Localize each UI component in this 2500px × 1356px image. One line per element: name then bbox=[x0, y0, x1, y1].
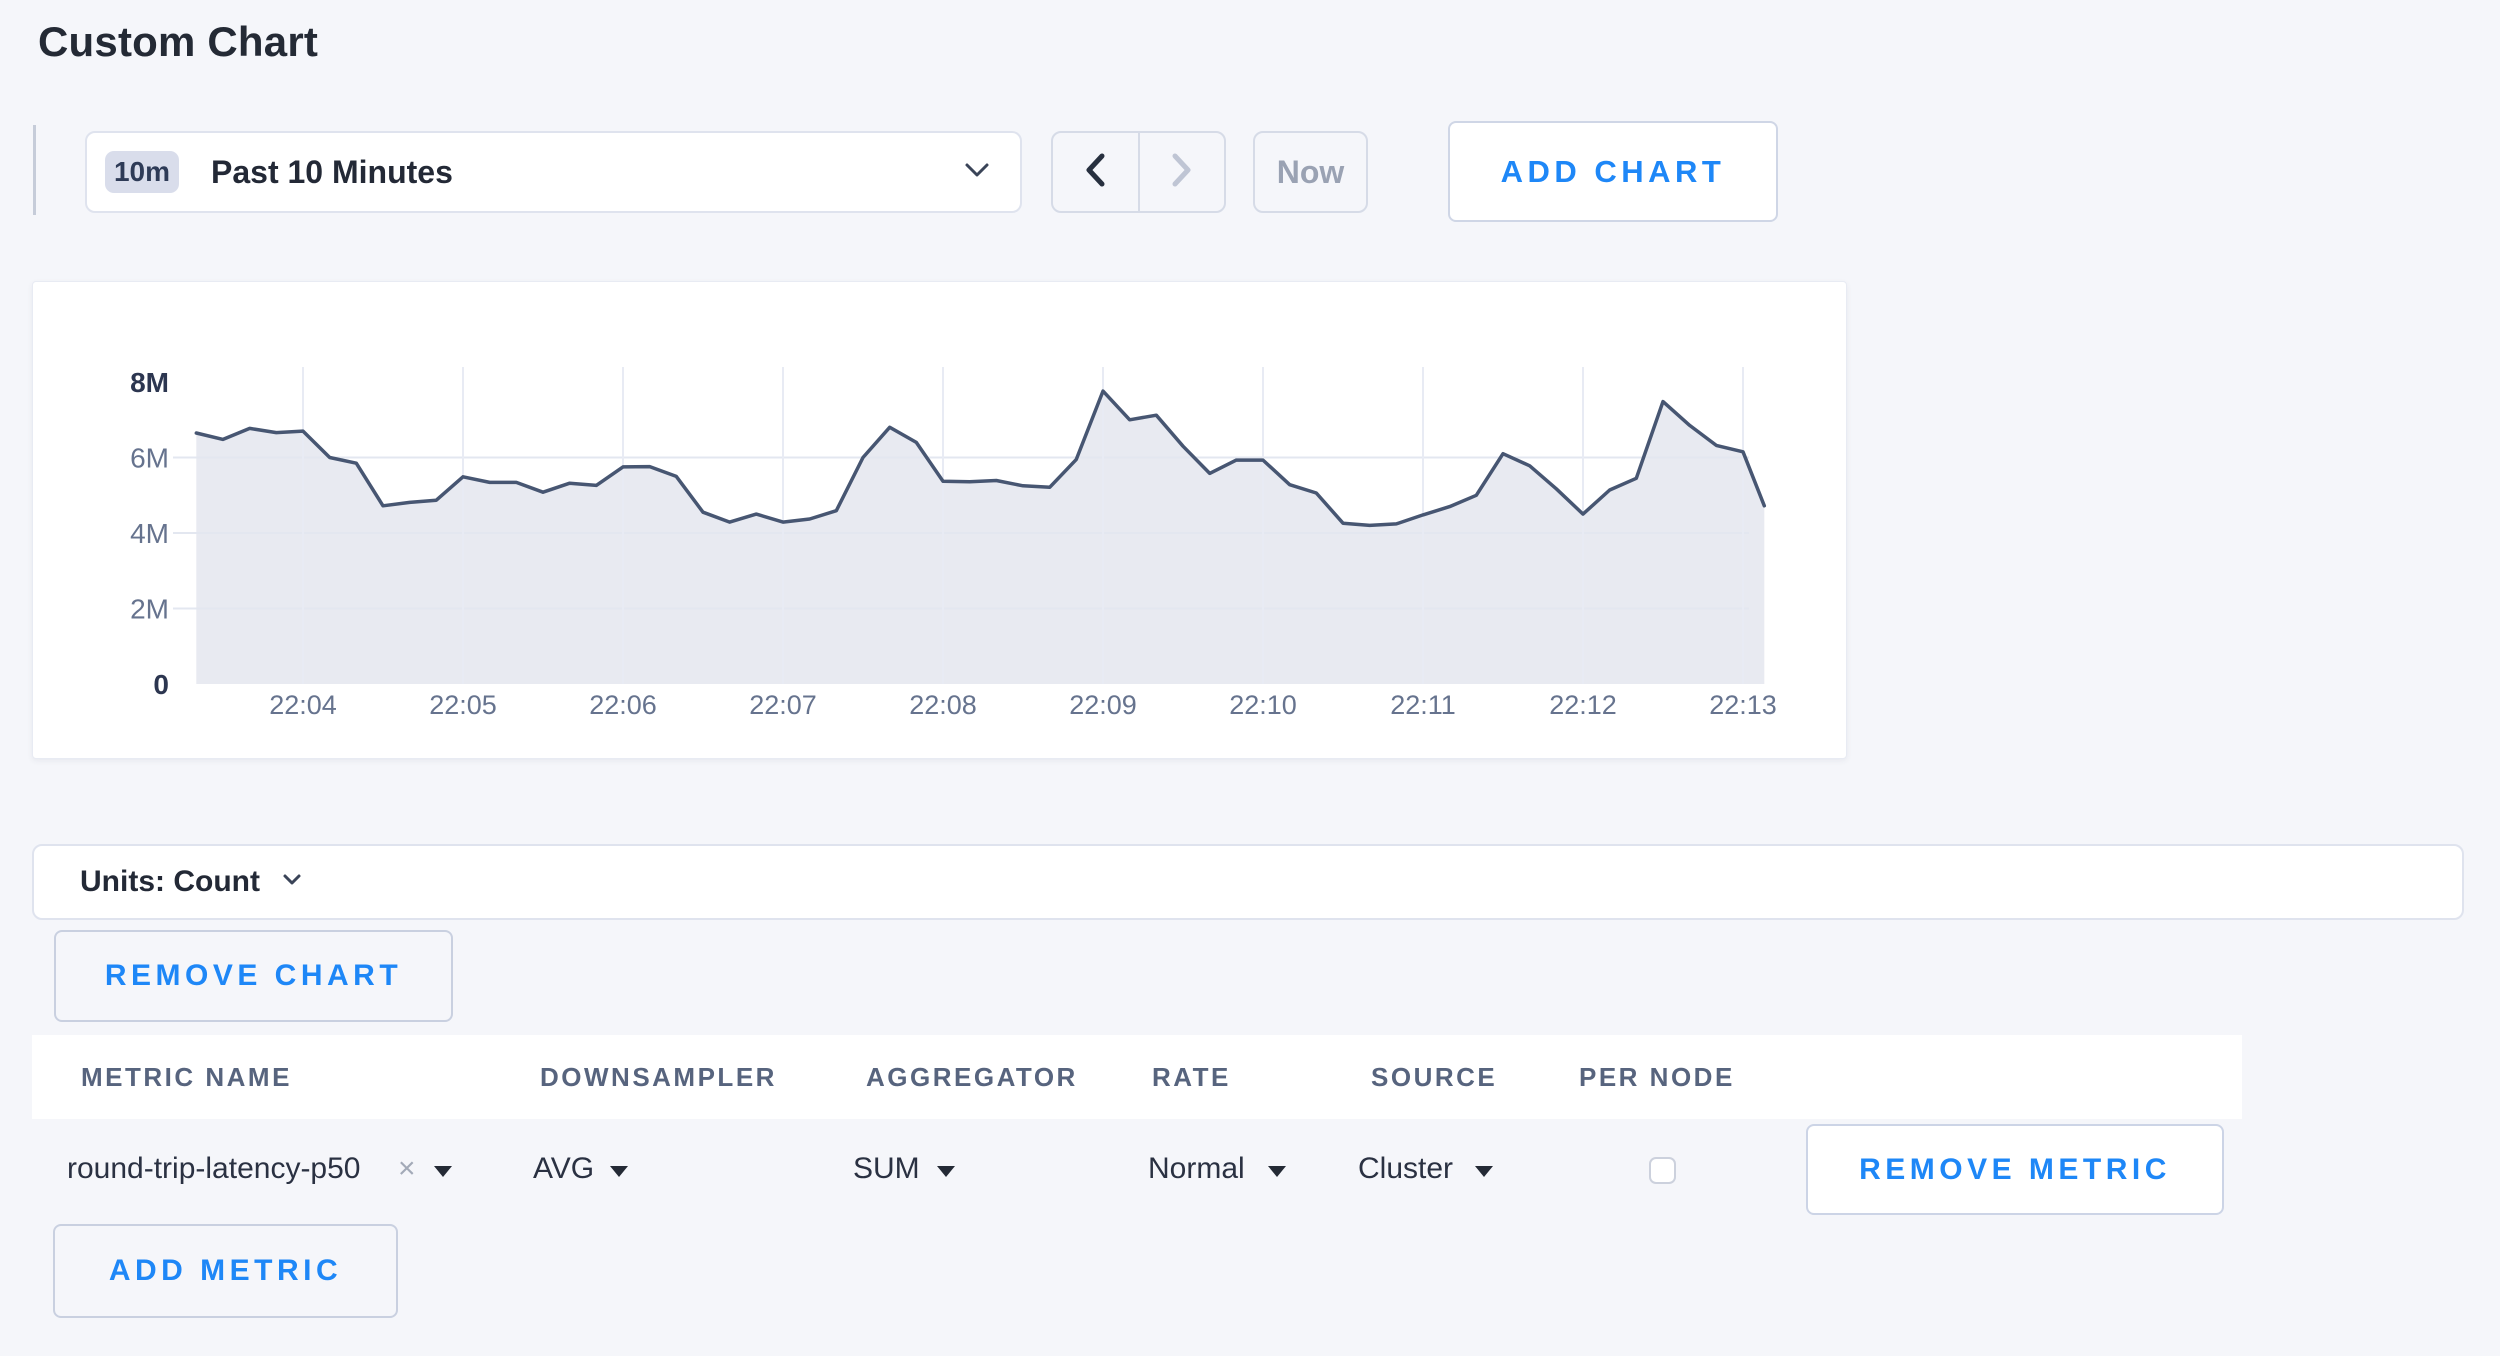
caret-down-icon[interactable] bbox=[1268, 1166, 1286, 1177]
add-chart-button[interactable]: ADD CHART bbox=[1448, 121, 1778, 222]
caret-down-icon[interactable] bbox=[1475, 1166, 1493, 1177]
x-axis-tick: 22:11 bbox=[1390, 690, 1456, 720]
x-axis-tick: 22:12 bbox=[1549, 690, 1617, 720]
time-range-badge: 10m bbox=[105, 151, 179, 193]
series-area bbox=[196, 391, 1764, 684]
per-node-checkbox[interactable] bbox=[1649, 1157, 1676, 1184]
y-axis-tick: 2M bbox=[130, 594, 169, 625]
units-bar: Units: Count bbox=[32, 844, 2464, 920]
chevron-left-icon bbox=[1084, 153, 1106, 192]
units-label: Units: Count bbox=[80, 865, 260, 899]
x-axis-tick: 22:08 bbox=[909, 690, 977, 720]
time-range-label: Past 10 Minutes bbox=[211, 154, 453, 191]
x-axis-tick: 22:13 bbox=[1709, 690, 1777, 720]
latency-chart-svg: 8M 6M 4M 2M 0 22:04 22:05 22:06 22:07 22:08 22:09 2… bbox=[33, 282, 1846, 758]
close-icon[interactable]: × bbox=[398, 1152, 416, 1186]
x-axis-tick: 22:05 bbox=[429, 690, 497, 720]
remove-chart-button[interactable]: REMOVE CHART bbox=[54, 930, 453, 1022]
x-axis-tick: 22:07 bbox=[749, 690, 817, 720]
chevron-right-icon bbox=[1171, 153, 1193, 192]
metrics-table-header bbox=[32, 1035, 2242, 1119]
x-axis-tick: 22:06 bbox=[589, 690, 657, 720]
col-metric-name: METRIC NAME bbox=[81, 1062, 292, 1093]
chevron-down-icon bbox=[282, 873, 302, 891]
caret-down-icon[interactable] bbox=[434, 1166, 452, 1177]
caret-down-icon[interactable] bbox=[610, 1166, 628, 1177]
time-step-group bbox=[1051, 131, 1226, 213]
page-title: Custom Chart bbox=[38, 18, 318, 66]
col-rate: RATE bbox=[1152, 1062, 1231, 1093]
downsampler-value[interactable]: AVG bbox=[533, 1152, 594, 1186]
rate-value[interactable]: Normal bbox=[1148, 1152, 1245, 1186]
time-range-select[interactable]: 10m Past 10 Minutes bbox=[85, 131, 1022, 213]
col-aggregator: AGGREGATOR bbox=[866, 1062, 1078, 1093]
chevron-down-icon bbox=[964, 162, 990, 183]
add-metric-button[interactable]: ADD METRIC bbox=[53, 1224, 398, 1318]
source-value[interactable]: Cluster bbox=[1358, 1152, 1453, 1186]
toolbar-divider bbox=[33, 125, 36, 215]
x-axis-tick: 22:10 bbox=[1229, 690, 1297, 720]
units-select[interactable]: Units: Count bbox=[80, 865, 302, 899]
chart-card: 8M 6M 4M 2M 0 22:04 22:05 22:06 22:07 22:08 22:09 2… bbox=[32, 281, 1847, 759]
next-time-button[interactable] bbox=[1140, 133, 1225, 211]
y-axis-tick: 8M bbox=[130, 367, 169, 398]
metric-name-value[interactable]: round-trip-latency-p50 bbox=[67, 1152, 360, 1186]
remove-metric-button[interactable]: REMOVE METRIC bbox=[1806, 1124, 2224, 1215]
y-axis-tick: 4M bbox=[130, 518, 169, 549]
prev-time-button[interactable] bbox=[1053, 133, 1138, 211]
caret-down-icon[interactable] bbox=[937, 1166, 955, 1177]
x-axis-tick: 22:04 bbox=[269, 690, 337, 720]
col-downsampler: DOWNSAMPLER bbox=[540, 1062, 777, 1093]
col-per-node: PER NODE bbox=[1579, 1062, 1735, 1093]
col-source: SOURCE bbox=[1371, 1062, 1497, 1093]
x-axis-tick: 22:09 bbox=[1069, 690, 1137, 720]
now-button[interactable]: Now bbox=[1253, 131, 1368, 213]
y-axis-tick: 6M bbox=[130, 443, 169, 474]
aggregator-value[interactable]: SUM bbox=[853, 1152, 920, 1186]
y-axis-tick: 0 bbox=[153, 669, 169, 700]
